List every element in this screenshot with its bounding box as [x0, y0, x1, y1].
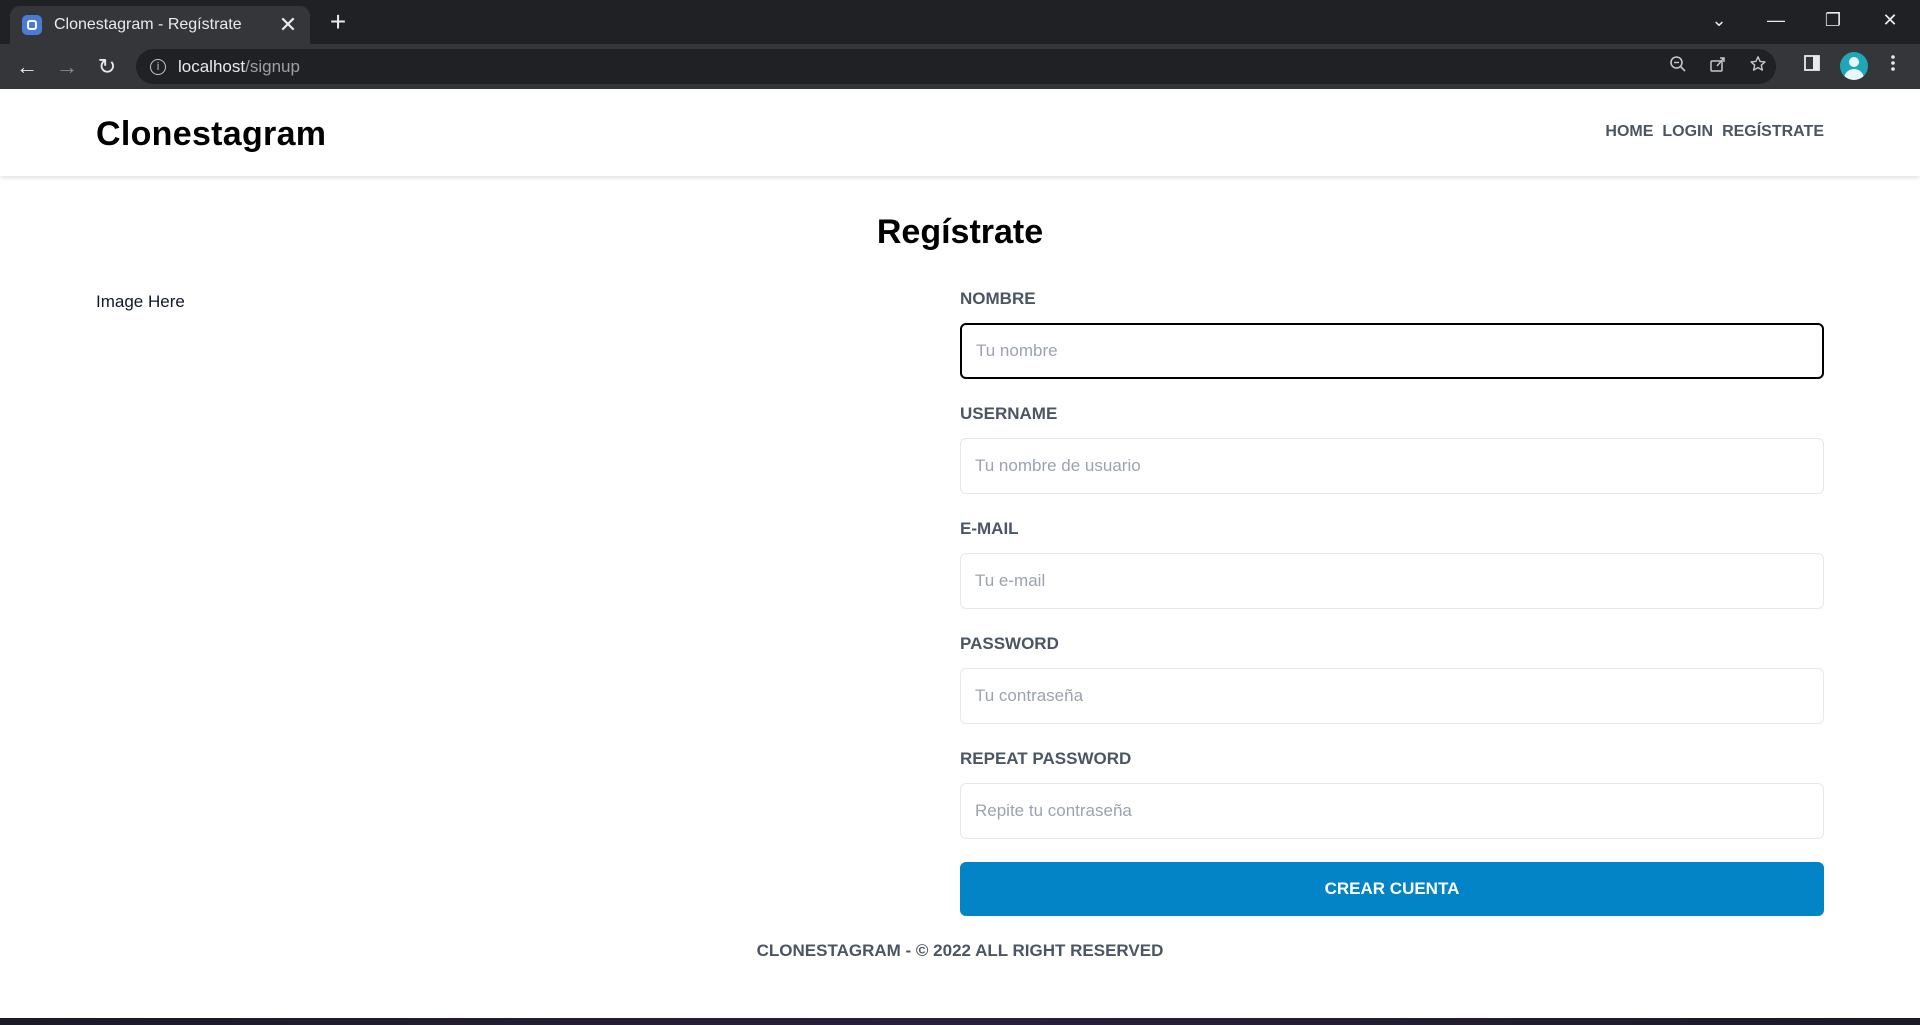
- close-window-button[interactable]: ✕: [1875, 6, 1905, 34]
- zoom-icon[interactable]: [1666, 55, 1690, 79]
- username-label: Username: [960, 404, 1058, 423]
- signup-form: Nombre Username E-mail Password Repeat p…: [960, 289, 1824, 916]
- repeat-password-label: Repeat password: [960, 749, 1132, 768]
- image-placeholder: Image Here: [96, 292, 185, 311]
- favicon-icon: [22, 15, 42, 35]
- tab-search-icon[interactable]: ⌄: [1704, 6, 1734, 34]
- new-tab-button[interactable]: +: [324, 8, 352, 36]
- share-icon[interactable]: [1706, 55, 1730, 79]
- tab-title: Clonestagram - Regístrate: [54, 16, 242, 33]
- restore-button[interactable]: ❐: [1818, 6, 1848, 34]
- brand-logo[interactable]: Clonestagram: [96, 115, 326, 154]
- url-host: localhost: [178, 56, 246, 76]
- page: Clonestagram Home Login Regístrate Regís…: [0, 89, 1920, 1018]
- page-title: Regístrate: [876, 213, 1044, 251]
- taskbar-edge: [0, 1018, 1920, 1025]
- browser-toolbar: ← → ↻ i localhost/signup: [0, 44, 1920, 89]
- email-input[interactable]: [960, 553, 1824, 609]
- reload-icon[interactable]: ↻: [92, 52, 122, 82]
- site-info-icon[interactable]: i: [150, 58, 166, 75]
- browser-tab-bar: Clonestagram - Regístrate ✕ + ⌄ — ❐ ✕: [0, 0, 1920, 44]
- back-icon[interactable]: ←: [12, 52, 42, 82]
- profile-avatar[interactable]: [1840, 52, 1868, 80]
- side-panel-icon[interactable]: [1799, 53, 1825, 79]
- forward-icon[interactable]: →: [52, 52, 82, 82]
- create-account-button[interactable]: Crear cuenta: [960, 862, 1824, 916]
- nav-link-signup[interactable]: Regístrate: [1722, 123, 1824, 141]
- browser-tab[interactable]: Clonestagram - Regístrate ✕: [10, 6, 310, 44]
- star-icon[interactable]: [1746, 55, 1770, 79]
- name-label: Nombre: [960, 289, 1036, 308]
- kebab-menu-icon[interactable]: [1880, 53, 1906, 79]
- password-input[interactable]: [960, 668, 1824, 724]
- email-label: E-mail: [960, 519, 1019, 538]
- minimize-button[interactable]: —: [1761, 6, 1791, 34]
- main-nav: Home Login Regístrate: [1605, 123, 1824, 141]
- nav-link-home[interactable]: Home: [1605, 123, 1653, 141]
- site-header: Clonestagram Home Login Regístrate: [0, 89, 1920, 176]
- password-label: Password: [960, 634, 1059, 653]
- site-footer: Clonestagram - © 2022 All right reserved: [756, 941, 1164, 960]
- url-path: /signup: [245, 56, 300, 76]
- address-bar[interactable]: i localhost/signup: [136, 49, 1776, 84]
- close-tab-icon[interactable]: ✕: [278, 14, 298, 36]
- nav-link-login[interactable]: Login: [1662, 123, 1713, 141]
- name-input[interactable]: [960, 323, 1824, 379]
- repeat-password-input[interactable]: [960, 783, 1824, 839]
- username-input[interactable]: [960, 438, 1824, 494]
